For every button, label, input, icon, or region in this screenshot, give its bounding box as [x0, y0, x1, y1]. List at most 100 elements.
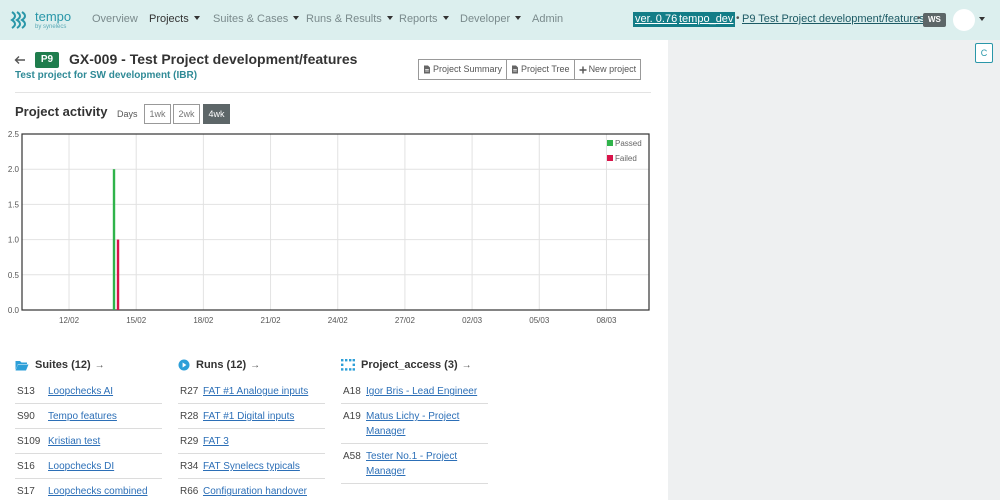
bar-failed — [116, 239, 120, 310]
logo-sub: by synelecs — [35, 24, 67, 30]
activity-title: Project activity — [15, 104, 108, 119]
side-panel — [668, 40, 1000, 500]
x-tick-label: 27/02 — [395, 316, 416, 325]
grid-dots-icon — [341, 359, 355, 371]
chevron-down-icon — [442, 16, 449, 21]
item-link[interactable]: Igor Bris - Lead Engineer — [366, 384, 477, 399]
project-tree-button[interactable]: Project Tree — [506, 59, 575, 80]
nav-runs-results[interactable]: Runs & Results — [306, 13, 393, 25]
list-item: R34 FAT Synelecs typicals — [178, 454, 325, 479]
list-item: S90 Tempo features — [15, 404, 162, 429]
y-tick-label: 1.5 — [8, 200, 20, 209]
x-tick-label: 02/03 — [462, 316, 483, 325]
access-header[interactable]: Project_access (3) → — [341, 359, 472, 371]
avatar[interactable] — [953, 9, 975, 31]
item-link[interactable]: Kristian test — [48, 434, 100, 449]
chevron-down-icon — [386, 16, 393, 21]
x-tick-label: 12/02 — [59, 316, 80, 325]
tempo-logo[interactable]: tempo by synelecs — [8, 8, 71, 32]
legend-label: Passed — [615, 139, 642, 148]
back-arrow-icon[interactable] — [14, 54, 26, 66]
item-link[interactable]: Tempo features — [48, 409, 117, 424]
list-item: A58 Tester No.1 - Project Manager — [341, 444, 488, 484]
legend-swatch — [607, 155, 613, 161]
nav-reports[interactable]: Reports — [399, 13, 449, 25]
project-badge: P9 — [35, 52, 59, 68]
page-title: GX-009 - Test Project development/featur… — [69, 51, 358, 67]
new-project-button[interactable]: New project — [573, 59, 642, 80]
item-link[interactable]: Tester No.1 - Project Manager — [366, 449, 488, 479]
item-link[interactable]: Configuration handover PLC-2 — [203, 484, 325, 500]
workspace-badge[interactable]: WS — [923, 13, 946, 27]
range-2wk-button[interactable]: 2wk — [173, 104, 200, 124]
y-tick-label: 2.5 — [8, 130, 20, 139]
y-tick-label: 1.0 — [8, 236, 20, 245]
item-id: S109 — [17, 436, 41, 447]
activity-chart: 0.0 0.5 1.0 1.5 2.0 2.5 12/02 15/02 18/02 21/02 24… — [8, 130, 650, 325]
list-item: S109 Kristian test — [15, 429, 162, 454]
access-list: A18 Igor Bris - Lead Engineer A19 Matus Lic… — [341, 379, 488, 484]
nav-admin[interactable]: Admin — [532, 13, 563, 25]
runs-list: R27 FAT #1 Analogue inputs R28 FAT #1 Digit… — [178, 379, 325, 500]
panel-collapse-button[interactable]: C — [975, 43, 993, 63]
logo-name: tempo — [35, 9, 72, 24]
plus-icon — [579, 66, 587, 73]
x-tick-label: 24/02 — [328, 316, 349, 325]
project-subtitle: Test project for SW development (IBR) — [15, 70, 198, 81]
x-tick-label: 08/03 — [596, 316, 617, 325]
item-link[interactable]: Loopchecks combined — [48, 484, 148, 499]
range-4wk-button[interactable]: 4wk — [203, 104, 230, 124]
tempo-logo-icon — [10, 11, 26, 29]
item-id: S17 — [17, 486, 35, 497]
item-link[interactable]: FAT Synelecs typicals — [203, 459, 300, 474]
top-navbar: tempo by synelecs Overview Projects Suit… — [0, 0, 1000, 40]
x-tick-label: 15/02 — [126, 316, 147, 325]
item-id: S90 — [17, 411, 35, 422]
legend-swatch — [607, 140, 613, 146]
list-item: S17 Loopchecks combined — [15, 479, 162, 500]
nav-overview[interactable]: Overview — [92, 13, 138, 25]
legend-label: Failed — [615, 154, 637, 163]
x-tick-label: 21/02 — [261, 316, 282, 325]
arrow-right-icon: → — [461, 359, 472, 371]
list-item: S13 Loopchecks AI — [15, 379, 162, 404]
item-id: R27 — [180, 386, 199, 397]
arrow-right-icon: → — [94, 359, 105, 371]
nav-projects[interactable]: Projects — [149, 13, 200, 25]
arrow-right-icon: → — [250, 359, 261, 371]
days-label: Days — [117, 109, 138, 119]
y-tick-label: 2.0 — [8, 165, 20, 174]
list-item: R27 FAT #1 Analogue inputs — [178, 379, 325, 404]
suites-list: S13 Loopchecks AI S90 Tempo features S109 Kri… — [15, 379, 162, 500]
document-icon — [512, 65, 519, 74]
bar-passed — [112, 169, 116, 310]
nav-developer[interactable]: Developer — [460, 13, 522, 25]
item-id: R29 — [180, 436, 199, 447]
item-link[interactable]: FAT 3 — [203, 434, 229, 449]
version-badge[interactable]: ver. 0.76 — [633, 12, 680, 27]
list-item: R28 FAT #1 Digital inputs — [178, 404, 325, 429]
current-project-link[interactable]: P9 Test Project development/features — [742, 13, 925, 25]
list-item: S16 Loopchecks DI — [15, 454, 162, 479]
project-summary-button[interactable]: Project Summary — [418, 59, 508, 80]
item-id: R34 — [180, 461, 199, 472]
range-1wk-button[interactable]: 1wk — [144, 104, 171, 124]
runs-header[interactable]: Runs (12) → — [178, 359, 260, 371]
item-link[interactable]: Loopchecks DI — [48, 459, 114, 474]
list-item: A18 Igor Bris - Lead Engineer — [341, 379, 488, 404]
folder-open-icon — [15, 360, 29, 370]
item-link[interactable]: Matus Lichy - Project Manager — [366, 409, 488, 439]
suites-header[interactable]: Suites (12) → — [15, 359, 105, 371]
chevron-down-icon[interactable] — [979, 17, 985, 21]
plot-frame — [21, 133, 650, 311]
item-link[interactable]: FAT #1 Digital inputs — [203, 409, 294, 424]
environment-badge[interactable]: tempo_dev — [677, 12, 736, 27]
header-button-group: Project Summary Project Tree New project — [418, 59, 642, 80]
item-link[interactable]: FAT #1 Analogue inputs — [203, 384, 308, 399]
item-link[interactable]: Loopchecks AI — [48, 384, 113, 399]
nav-suites-cases[interactable]: Suites & Cases — [213, 13, 300, 25]
item-id: A18 — [343, 386, 361, 397]
list-item: A19 Matus Lichy - Project Manager — [341, 404, 488, 444]
chevron-down-icon — [293, 16, 300, 21]
item-id: S13 — [17, 386, 35, 397]
